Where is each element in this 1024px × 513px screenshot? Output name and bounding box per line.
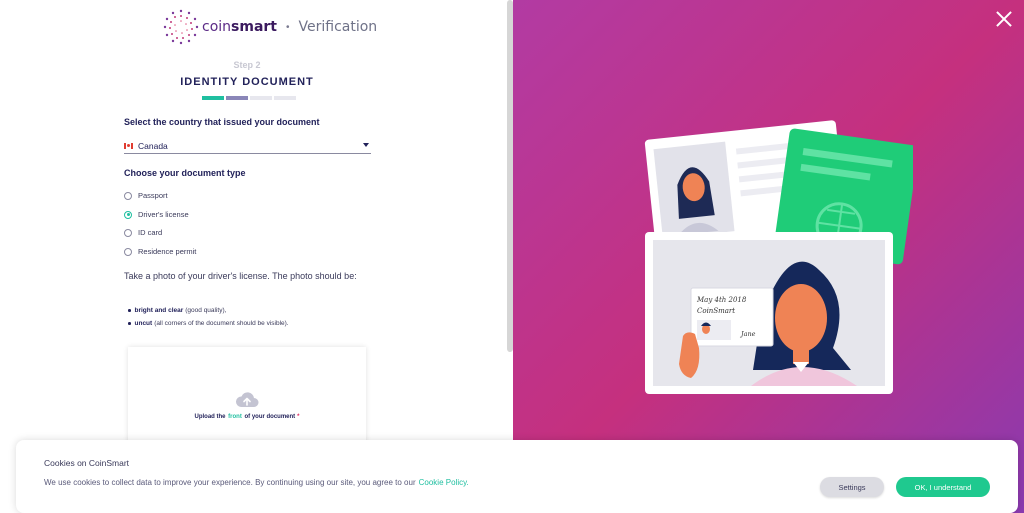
chevron-down-icon <box>363 143 369 147</box>
progress-segment <box>274 96 296 100</box>
coinsmart-logo-icon <box>163 9 199 45</box>
radio-id-card[interactable]: ID card <box>124 228 162 237</box>
upload-front-dropzone[interactable]: Upload the front of your document * <box>128 347 366 447</box>
instruction-bullet: bright and clear (good quality), <box>128 307 226 314</box>
radio-label: Driver's license <box>138 210 189 219</box>
cookie-title: Cookies on CoinSmart <box>44 458 130 468</box>
step-title: IDENTITY DOCUMENT <box>180 76 314 88</box>
radio-label: ID card <box>138 228 163 237</box>
radio-button[interactable] <box>124 191 132 200</box>
step-label: Step 2 <box>233 60 261 70</box>
radio-button[interactable] <box>124 247 132 256</box>
radio-label: Passport <box>138 191 168 200</box>
brand-name: coinsmart <box>202 19 277 35</box>
progress-segment <box>226 96 248 100</box>
card-brand-text: CoinSmart <box>697 307 735 315</box>
identity-documents-illustration: May 4th 2018 CoinSmart Jane <box>644 120 913 394</box>
country-select[interactable]: Canada <box>124 138 371 154</box>
card-date-text: May 4th 2018 <box>696 296 747 304</box>
instruction-bullet: uncut (all corners of the document should… <box>128 320 289 327</box>
cookie-policy-link[interactable]: Cookie Policy. <box>419 478 469 487</box>
brand-separator: • <box>286 21 290 33</box>
radio-residence-permit[interactable]: Residence permit <box>124 247 196 256</box>
progress-segment <box>250 96 272 100</box>
canada-flag-icon <box>124 142 133 149</box>
step-progress-bar <box>202 96 296 100</box>
illustration-panel: May 4th 2018 CoinSmart Jane <box>513 0 1024 513</box>
radio-label: Residence permit <box>138 247 197 256</box>
cookie-banner: Cookies on CoinSmart We use cookies to c… <box>16 440 1018 513</box>
cloud-upload-icon <box>235 392 259 407</box>
page-subtitle: Verification <box>298 19 378 35</box>
upload-front-label: Upload the front of your document * <box>194 414 300 420</box>
cookie-settings-button[interactable]: Settings <box>820 477 884 497</box>
radio-button-checked[interactable] <box>124 210 132 219</box>
radio-passport[interactable]: Passport <box>124 191 168 200</box>
radio-button[interactable] <box>124 228 132 237</box>
progress-segment <box>202 96 224 100</box>
photo-instructions: Take a photo of your driver's license. T… <box>124 271 357 281</box>
country-heading: Select the country that issued your docu… <box>124 117 320 127</box>
cookie-text: We use cookies to collect data to improv… <box>44 478 469 487</box>
close-icon[interactable] <box>994 9 1014 29</box>
doc-type-heading: Choose your document type <box>124 168 246 178</box>
card-signature-text: Jane <box>739 330 756 338</box>
brand-header: coinsmart • Verification <box>162 8 377 46</box>
country-selected-value: Canada <box>138 140 168 151</box>
radio-drivers-license[interactable]: Driver's license <box>124 210 189 219</box>
verification-form-panel: coinsmart • Verification Step 2 IDENTITY… <box>0 0 508 513</box>
cookie-accept-button[interactable]: OK, I understand <box>896 477 990 497</box>
